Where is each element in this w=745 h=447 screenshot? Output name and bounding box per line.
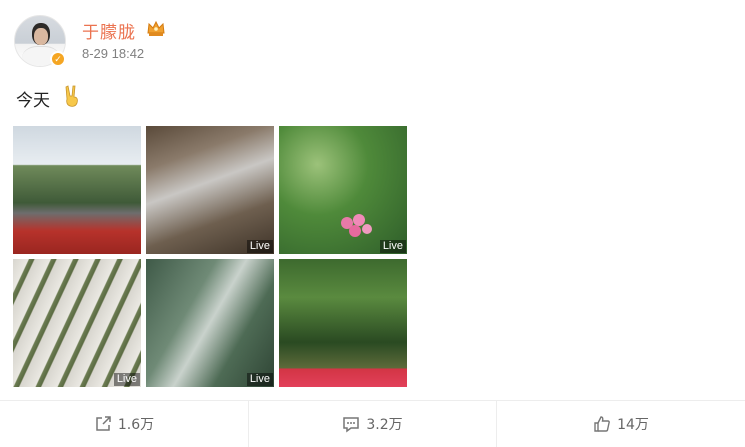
photo-3[interactable]: Live (279, 126, 407, 254)
photo-1[interactable] (13, 126, 141, 254)
live-badge: Live (379, 240, 406, 253)
avatar-face (34, 28, 48, 45)
photo-2[interactable]: Live (146, 126, 274, 254)
share-count: 1.6万 (117, 417, 155, 433)
live-badge: Live (246, 373, 273, 386)
live-badge: Live (246, 240, 273, 253)
like-count: 14万 (617, 417, 649, 433)
live-badge: Live (113, 373, 140, 386)
post-timestamp[interactable]: 8-29 18:42 (82, 46, 144, 61)
crown-badge-icon[interactable] (146, 18, 166, 38)
weibo-post-card: ✓ 于朦胧 8-29 18:42 今天 Live Live Live Live (0, 0, 745, 447)
comment-count: 3.2万 (366, 417, 403, 433)
share-button[interactable]: 1.6万 (0, 401, 248, 447)
victory-hand-emoji (65, 85, 78, 107)
comment-button[interactable]: 3.2万 (248, 401, 496, 447)
action-bar: 1.6万 3.2万 14万 (0, 401, 745, 447)
thumbs-up-icon (594, 416, 610, 432)
photo-5[interactable]: Live (146, 259, 274, 387)
verified-badge-icon: ✓ (50, 51, 66, 67)
username-link[interactable]: 于朦胧 (82, 18, 136, 43)
like-button[interactable]: 14万 (496, 401, 745, 447)
post-text: 今天 (16, 91, 50, 111)
share-icon (96, 416, 111, 431)
photo-4[interactable]: Live (13, 259, 141, 387)
photo-6[interactable] (279, 259, 407, 387)
comment-icon (343, 417, 360, 433)
pink-flower-icon (341, 214, 372, 237)
